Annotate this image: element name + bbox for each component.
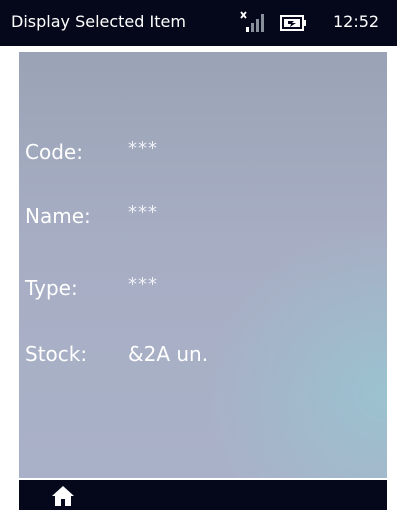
home-button[interactable] [50, 484, 76, 508]
type-value: *** [128, 274, 158, 295]
code-value: *** [128, 138, 158, 159]
device-screen: Display Selected Item 12:52 Code: *** Na… [0, 0, 397, 531]
battery-icon [280, 14, 308, 32]
title-bar: Display Selected Item 12:52 [0, 0, 397, 46]
type-label: Type: [25, 276, 78, 300]
stock-value: &2A un. [128, 342, 209, 366]
bottom-toolbar [19, 480, 387, 510]
name-value: *** [128, 202, 158, 223]
signal-icon [240, 10, 266, 34]
code-label: Code: [25, 140, 83, 164]
stock-label: Stock: [25, 342, 88, 366]
home-icon [52, 486, 74, 506]
item-details-panel: Code: *** Name: *** Type: *** Stock: &2A… [19, 52, 387, 478]
name-label: Name: [25, 204, 91, 228]
window-title: Display Selected Item [11, 12, 186, 31]
clock-time: 12:52 [333, 12, 380, 31]
